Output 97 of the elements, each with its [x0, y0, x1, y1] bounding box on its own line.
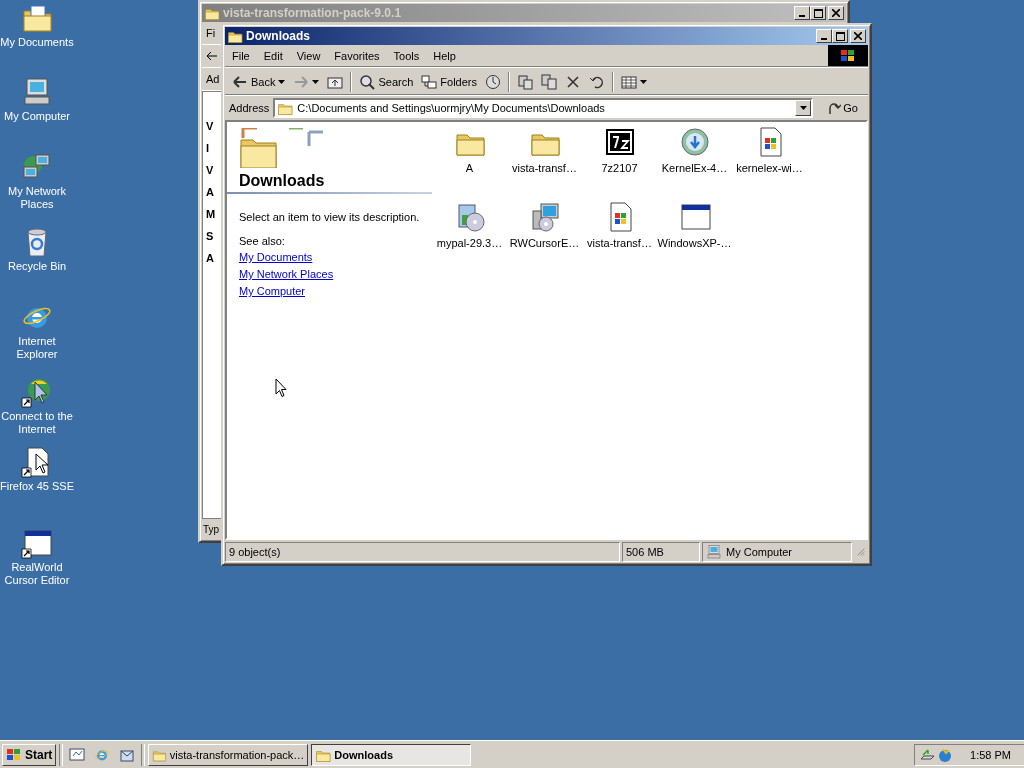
panel-text: M	[206, 208, 216, 220]
delete-icon	[565, 73, 581, 90]
search-icon	[359, 73, 376, 90]
file-label[interactable]: RWCursorE…	[509, 237, 580, 249]
panel-heading: Downloads	[227, 172, 432, 194]
caret-icon	[312, 79, 320, 84]
file-label[interactable]: vista-transf…	[512, 162, 577, 174]
show-desktop-icon	[69, 747, 86, 763]
window-icon	[678, 201, 711, 233]
globe-disc-icon	[678, 126, 711, 158]
dropdown-button[interactable]	[795, 100, 812, 116]
close-button[interactable]	[850, 29, 866, 43]
file-label[interactable]: vista-transf…	[587, 237, 652, 249]
maximize-icon	[813, 8, 823, 18]
menu-item[interactable]: View	[289, 49, 328, 62]
panel-description: Select an item to view its description.	[239, 211, 421, 223]
maximize-button[interactable]	[810, 6, 826, 20]
folders-button[interactable]: Folders	[418, 70, 480, 93]
panel-text: A	[206, 252, 214, 264]
file-label[interactable]: WindowsXP-…	[657, 237, 732, 249]
clock-icon	[485, 73, 501, 90]
caret-icon	[640, 79, 647, 84]
go-button[interactable]: Go	[817, 101, 864, 115]
status-text: 9 object(s)	[229, 546, 281, 558]
panel-text: S	[206, 230, 214, 242]
menu-item[interactable]: Tools	[386, 49, 427, 62]
minimize-button[interactable]	[794, 6, 810, 20]
file-label[interactable]: kernelex-wi…	[736, 162, 803, 174]
arrow-left-icon	[206, 51, 218, 61]
minimize-button[interactable]	[816, 29, 832, 43]
panel-text: V	[206, 120, 214, 132]
copy-to-icon	[541, 73, 557, 90]
caret-icon	[799, 106, 807, 110]
file-label[interactable]: KernelEx-4…	[661, 162, 728, 174]
taskbar-button[interactable]: Downloads	[311, 744, 472, 766]
folders-icon	[421, 73, 438, 90]
resize-grip-icon	[857, 546, 865, 558]
arrow-icon	[827, 101, 842, 115]
window-icon	[21, 527, 53, 559]
globe-icon	[937, 747, 953, 763]
windows-logo-icon	[6, 748, 22, 762]
mail-icon	[119, 747, 136, 763]
close-icon	[854, 32, 862, 40]
maximize-button[interactable]	[832, 29, 848, 43]
desktop-icon-label[interactable]: My Network Places	[0, 185, 74, 211]
menu-item[interactable]: Fi	[206, 27, 216, 39]
windows-logo-icon	[828, 45, 868, 66]
browser-e-icon	[94, 747, 111, 763]
window-title: Downloads	[246, 29, 310, 43]
clock: 1:58 PM	[970, 749, 1012, 761]
menu-item[interactable]: Edit	[256, 49, 290, 62]
file-label[interactable]: 7z2107	[601, 162, 638, 174]
address-label: Ad	[206, 73, 220, 85]
panel-text: I	[206, 142, 210, 154]
desktop-icon-label[interactable]: RealWorld Cursor Editor	[0, 561, 74, 587]
see-also-link[interactable]: My Computer	[239, 285, 306, 297]
menu-item[interactable]: File	[225, 49, 257, 62]
status-text: 506 MB	[626, 546, 664, 558]
arrow-left-icon	[232, 73, 248, 90]
maximize-icon	[835, 31, 845, 41]
desktop-icon-label[interactable]: My Computer	[0, 110, 74, 123]
start-button[interactable]: Start	[2, 744, 57, 766]
desktop-icon-label[interactable]: Recycle Bin	[0, 260, 74, 273]
archive-icon	[603, 126, 636, 158]
desktop-icon-label[interactable]: Firefox 45 SSE	[0, 480, 74, 493]
network-icon	[919, 747, 935, 763]
status-text: Typ	[203, 523, 220, 535]
desktop-icon-label[interactable]: Connect to the Internet	[0, 410, 74, 436]
address-label: Address	[229, 102, 270, 114]
menu-item[interactable]: Help	[426, 49, 463, 62]
panel-text: A	[206, 186, 214, 198]
documents-folder-icon	[21, 2, 53, 34]
views-icon	[621, 73, 637, 90]
file-label[interactable]: mypal-29.3…	[436, 237, 503, 249]
menu-item[interactable]: Favorites	[327, 49, 387, 62]
desktop-icon-label[interactable]: My Documents	[0, 36, 74, 49]
close-icon	[832, 9, 840, 17]
see-also-label: See also:	[239, 235, 286, 247]
move-to-icon	[517, 73, 533, 90]
pointer-icon	[275, 378, 287, 398]
address-field[interactable]: C:\Documents and Settings\uormjry\My Documents\Downloads	[273, 98, 814, 118]
caret-icon	[278, 79, 286, 84]
taskbar-button[interactable]: vista-transformation-pack…	[148, 744, 309, 766]
panel-text: V	[206, 164, 214, 176]
computer-icon	[21, 76, 53, 108]
close-button[interactable]	[828, 6, 844, 20]
search-button[interactable]: Search	[356, 70, 417, 93]
status-text: My Computer	[726, 546, 793, 558]
arrow-right-icon	[293, 73, 310, 90]
see-also-link[interactable]: My Network Places	[239, 268, 334, 280]
file-label[interactable]: A	[465, 162, 474, 174]
computer-icon	[706, 544, 722, 560]
back-button[interactable]: Back	[229, 70, 289, 93]
see-also-link[interactable]: My Documents	[239, 251, 313, 263]
window-title: vista-transformation-pack-9.0.1	[223, 6, 402, 20]
globe-pointer-icon	[21, 376, 53, 408]
desktop-icon-label[interactable]: Internet Explorer	[0, 335, 74, 361]
